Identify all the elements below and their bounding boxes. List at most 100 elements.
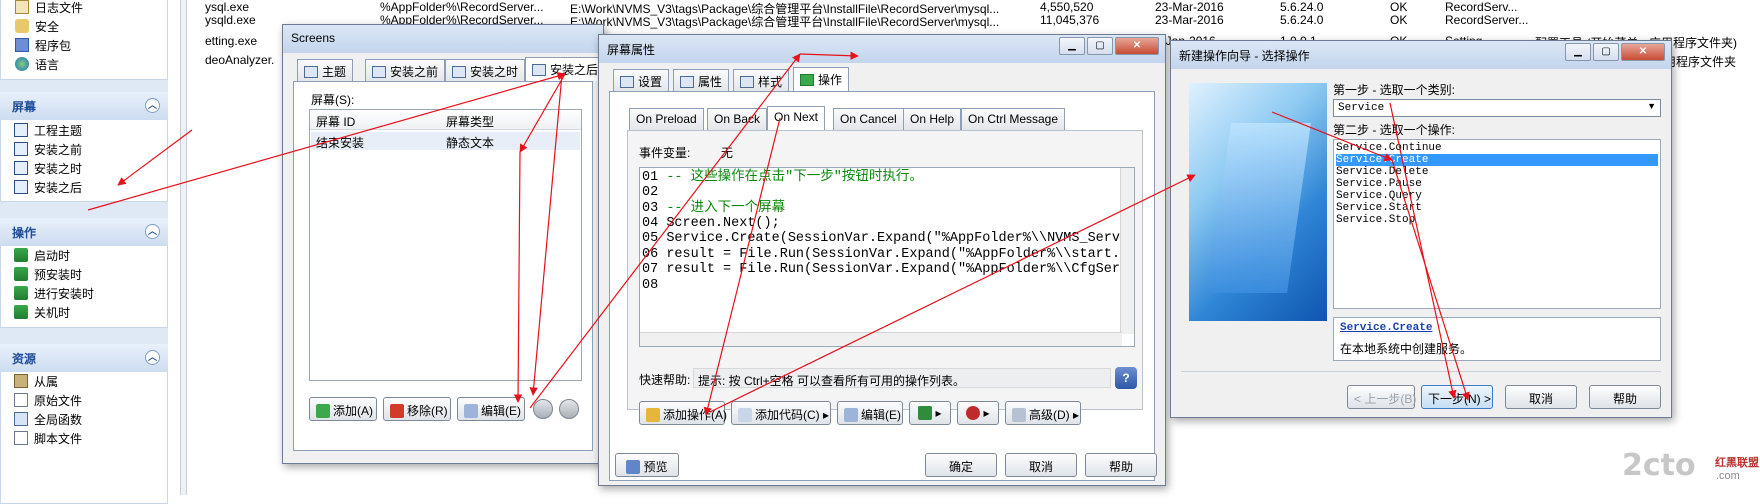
add-action-icon [646, 408, 660, 422]
nav-item-dependencies[interactable]: 从属 [14, 373, 58, 392]
nav-item-language[interactable]: 语言 [15, 56, 59, 75]
column-header-screen-type[interactable]: 屏幕类型 [446, 113, 494, 130]
nav-item-script-files[interactable]: 脚本文件 [14, 430, 82, 449]
minimize-button[interactable]: ▁ [1059, 37, 1085, 55]
add-action-button[interactable]: 添加操作(A) [639, 401, 727, 425]
list-item[interactable]: Service.Delete [1336, 166, 1658, 178]
nav-item-global-functions[interactable]: 全局函数 [14, 411, 82, 430]
screen-list[interactable]: 屏幕 ID 屏幕类型 结束安装 静态文本 [309, 109, 582, 381]
list-item[interactable]: Service.Stop [1336, 214, 1658, 226]
subtab-on-ctrl-message[interactable]: On Ctrl Message [961, 108, 1066, 130]
column-header-screen-id[interactable]: 屏幕 ID [316, 113, 355, 130]
collapse-chevron-icon[interactable]: ︿ [145, 350, 160, 365]
subtab-on-next[interactable]: On Next [767, 106, 826, 130]
subtab-on-help[interactable]: On Help [903, 108, 962, 130]
action-tree-icon [14, 305, 28, 319]
nav-item-before-install[interactable]: 安装之前 [14, 141, 82, 160]
minimize-button[interactable]: ▁ [1565, 43, 1591, 61]
action-description-panel: Service.Create 在本地系统中创建服务。 [1333, 317, 1661, 361]
resources-group-header[interactable]: 资源 ︿ [0, 344, 168, 372]
collapse-chevron-icon[interactable]: ︿ [145, 98, 160, 113]
subtab-on-preload[interactable]: On Preload [629, 108, 704, 130]
tab-settings[interactable]: 设置 [613, 69, 670, 91]
next-button[interactable]: 下一步(N) > [1421, 385, 1493, 409]
list-item[interactable]: Service.Pause [1336, 178, 1658, 190]
code-line: 07 result = File.Run(SessionVar.Expand("… [642, 262, 1120, 277]
watermark-logo: 2cto [1622, 448, 1696, 483]
nav-item-on-startup[interactable]: 启动时 [14, 247, 70, 266]
remove-screen-button[interactable]: 移除(R) [383, 397, 451, 421]
tab-attributes[interactable]: 属性 [673, 69, 730, 91]
divider [1181, 371, 1661, 372]
screen-icon [14, 161, 28, 175]
tab-during-install[interactable]: 安装之时 [445, 59, 526, 81]
action-tree-icon [800, 74, 814, 86]
edit-icon [464, 404, 478, 418]
nav-item-package[interactable]: 程序包 [15, 37, 71, 56]
chevron-down-icon: ▼ [1647, 101, 1656, 111]
tab-before-install[interactable]: 安装之前 [365, 59, 446, 81]
subtab-on-back[interactable]: On Back [707, 108, 768, 130]
maximize-button[interactable]: ▢ [1087, 37, 1113, 55]
move-up-button[interactable] [533, 399, 553, 419]
step-one-label: 第一步 - 选取一个类别: [1333, 83, 1455, 97]
help-button[interactable]: 帮助 [1589, 385, 1661, 409]
help-button[interactable]: 帮助 [1085, 453, 1157, 477]
action-list[interactable]: Service.Continue Service.Create Service.… [1333, 139, 1661, 309]
add-screen-button[interactable]: 添加(A) [309, 397, 377, 421]
action-help-link[interactable]: Service.Create [1340, 322, 1432, 334]
quick-help-label: 快速帮助: [639, 373, 691, 387]
nav-item-security[interactable]: 安全 [15, 18, 59, 37]
collapse-chevron-icon[interactable]: ︿ [145, 224, 160, 239]
nav-item-installing[interactable]: 进行安装时 [14, 285, 94, 304]
close-button[interactable]: ✕ [1621, 43, 1665, 61]
close-button[interactable]: ✕ [1115, 37, 1159, 55]
advanced-button[interactable]: 高级(D) ▸ [1005, 401, 1081, 425]
category-dropdown[interactable]: Service ▼ [1333, 99, 1661, 117]
nav-item-during-install[interactable]: 安装之时 [14, 160, 82, 179]
list-item[interactable]: 结束安装 静态文本 [311, 132, 580, 150]
record-button[interactable]: ▸ [957, 401, 999, 425]
actions-group-header[interactable]: 操作 ︿ [0, 218, 168, 246]
code-line: 04 Screen.Next(); [642, 216, 780, 231]
window-controls: ▁ ▢ ✕ [1565, 43, 1665, 61]
action-description-text: 在本地系统中创建服务。 [1340, 342, 1473, 356]
move-down-button[interactable] [559, 399, 579, 419]
nav-item-on-shutdown[interactable]: 关机时 [14, 304, 70, 323]
edit-action-button[interactable]: 编辑(E) [837, 401, 903, 425]
insert-block-button[interactable]: ▸ [909, 401, 951, 425]
nav-item-log[interactable]: 日志文件 [15, 0, 83, 18]
tab-actions[interactable]: 操作 [793, 67, 850, 91]
vertical-scrollbar[interactable] [1120, 168, 1134, 334]
cancel-button[interactable]: 取消 [1505, 385, 1577, 409]
screens-group-header[interactable]: 屏幕 ︿ [0, 92, 168, 120]
tab-after-install[interactable]: 安装之后 [525, 57, 606, 81]
window-title-bar[interactable]: Screens [283, 25, 603, 53]
nav-item-raw-files[interactable]: 原始文件 [14, 392, 82, 411]
maximize-button[interactable]: ▢ [1593, 43, 1619, 61]
list-item[interactable]: Service.Query [1336, 190, 1658, 202]
previous-button[interactable]: < 上一步(B) [1347, 385, 1416, 409]
nav-item-after-install[interactable]: 安装之后 [14, 179, 82, 198]
subtab-on-cancel[interactable]: On Cancel [833, 108, 904, 130]
list-item[interactable]: Service.Start [1336, 202, 1658, 214]
tab-theme[interactable]: 主题 [297, 59, 354, 81]
help-icon[interactable]: ? [1115, 367, 1137, 389]
nav-item-project-theme[interactable]: 工程主题 [14, 122, 82, 141]
splitter-handle[interactable] [180, 0, 187, 495]
script-editor[interactable]: 01 -- 这些操作在点击"下一步"按钮时执行。 02 03 -- 进入下一个屏… [639, 167, 1135, 347]
add-code-button[interactable]: 添加代码(C) ▸ [731, 401, 831, 425]
nav-item-pre-install[interactable]: 预安装时 [14, 266, 82, 285]
step-two-label: 第二步 - 选取一个操作: [1333, 123, 1455, 137]
edit-screen-button[interactable]: 编辑(E) [457, 397, 525, 421]
quick-help-text: 提示: 按 Ctrl+空格 可以查看所有可用的操作列表。 [693, 368, 1111, 388]
tab-style[interactable]: 样式 [733, 69, 790, 91]
list-item-selected[interactable]: Service.Create [1336, 154, 1658, 167]
list-item[interactable]: Service.Continue [1336, 142, 1658, 154]
cancel-button[interactable]: 取消 [1005, 453, 1077, 477]
ok-button[interactable]: 确定 [925, 453, 997, 477]
screens-window: Screens 主题 安装之前 安装之时 安装之后 屏幕(S): 屏幕 ID 屏… [282, 24, 606, 464]
left-top-group: 日志文件 安全 程序包 语言 [0, 0, 168, 80]
preview-button[interactable]: 预览 [615, 453, 679, 477]
horizontal-scrollbar[interactable] [640, 332, 1122, 346]
